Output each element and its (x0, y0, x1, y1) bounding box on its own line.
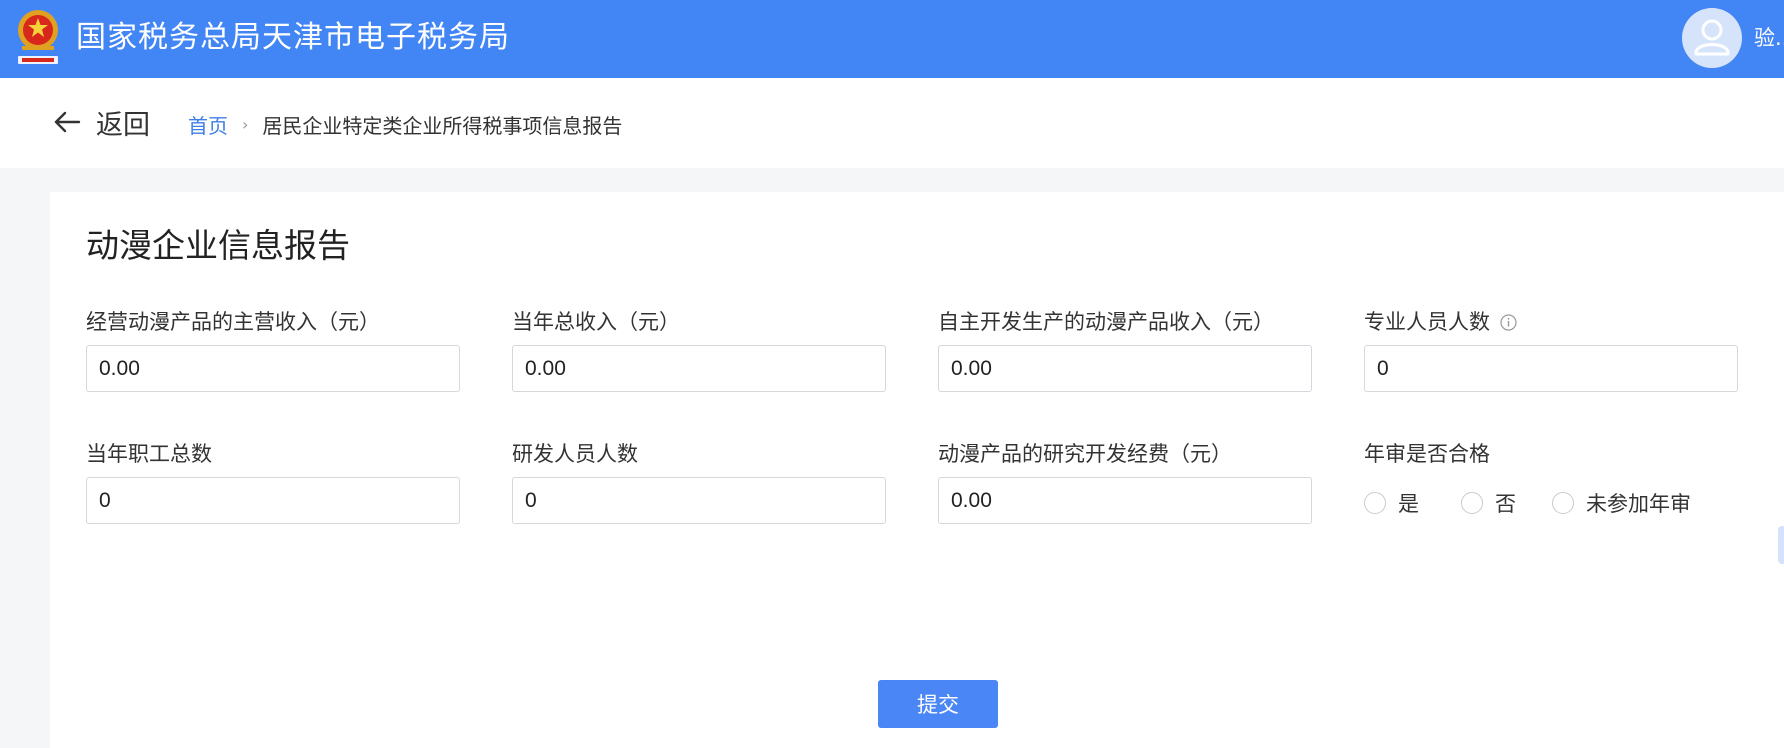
radio-option-not-attended[interactable]: 未参加年审 (1552, 488, 1691, 518)
radio-circle[interactable] (1552, 492, 1574, 514)
rd-staff-label-text: 研发人员人数 (512, 442, 638, 466)
rd-expense-label-text: 动漫产品的研究开发经费（元） (938, 442, 1232, 466)
rd-staff-label: 研发人员人数 (512, 440, 638, 468)
radio-circle[interactable] (1461, 492, 1483, 514)
info-circle-icon[interactable] (1500, 313, 1517, 331)
professional-staff-input[interactable] (1364, 345, 1738, 392)
breadcrumb-bar: 返回 首页 › 居民企业特定类企业所得税事项信息报告 (0, 78, 1784, 168)
breadcrumb-home-link[interactable]: 首页 (188, 110, 228, 139)
rd-expense-input[interactable] (938, 477, 1312, 524)
breadcrumb-separator: › (242, 115, 249, 134)
professional-staff-label-text: 专业人员人数 (1364, 310, 1490, 334)
top-header: 国家税务总局天津市电子税务局 验... (0, 0, 1784, 78)
annual-review-label: 年审是否合格 (1364, 440, 1490, 468)
radio-option-no[interactable]: 否 (1461, 488, 1516, 518)
radio-option-label: 是 (1398, 492, 1419, 516)
self-developed-income-label: 自主开发生产的动漫产品收入（元） (938, 308, 1274, 336)
main-income-label-text: 经营动漫产品的主营收入（元） (86, 310, 380, 334)
page-title: 动漫企业信息报告 (86, 226, 350, 265)
total-income-label-text: 当年总收入（元） (512, 310, 680, 334)
submit-button[interactable]: 提交 (878, 680, 998, 728)
radio-option-label: 未参加年审 (1586, 492, 1691, 516)
radio-circle[interactable] (1364, 492, 1386, 514)
total-income-label: 当年总收入（元） (512, 308, 680, 336)
rd-expense-label: 动漫产品的研究开发经费（元） (938, 440, 1232, 468)
back-label: 返回 (96, 109, 150, 141)
main-income-label: 经营动漫产品的主营收入（元） (86, 308, 380, 336)
total-employees-label-text: 当年职工总数 (86, 442, 212, 466)
user-avatar[interactable] (1682, 8, 1742, 68)
annual-review-radio-group: 是 否 未参加年审 (1364, 488, 1691, 518)
back-button[interactable]: 返回 (52, 102, 150, 142)
total-income-input[interactable] (512, 345, 886, 392)
total-employees-input[interactable] (86, 477, 460, 524)
rd-staff-input[interactable] (512, 477, 886, 524)
total-employees-label: 当年职工总数 (86, 440, 212, 468)
breadcrumb-current: 居民企业特定类企业所得税事项信息报告 (262, 114, 623, 138)
radio-option-label: 否 (1495, 492, 1516, 516)
user-avatar-icon (1694, 19, 1730, 56)
radio-option-yes[interactable]: 是 (1364, 488, 1419, 518)
main-income-input[interactable] (86, 345, 460, 392)
side-tab-handle[interactable] (1778, 526, 1784, 564)
professional-staff-label: 专业人员人数 (1364, 308, 1517, 336)
self-developed-income-label-text: 自主开发生产的动漫产品收入（元） (938, 310, 1274, 334)
annual-review-label-text: 年审是否合格 (1364, 442, 1490, 466)
arrow-left-icon (54, 111, 81, 133)
self-developed-income-input[interactable] (938, 345, 1312, 392)
site-title: 国家税务总局天津市电子税务局 (76, 20, 510, 55)
breadcrumb: 首页 › 居民企业特定类企业所得税事项信息报告 (188, 110, 622, 139)
form-card (50, 192, 1784, 748)
tax-emblem-icon (18, 10, 58, 64)
username[interactable]: 验... (1754, 24, 1784, 52)
